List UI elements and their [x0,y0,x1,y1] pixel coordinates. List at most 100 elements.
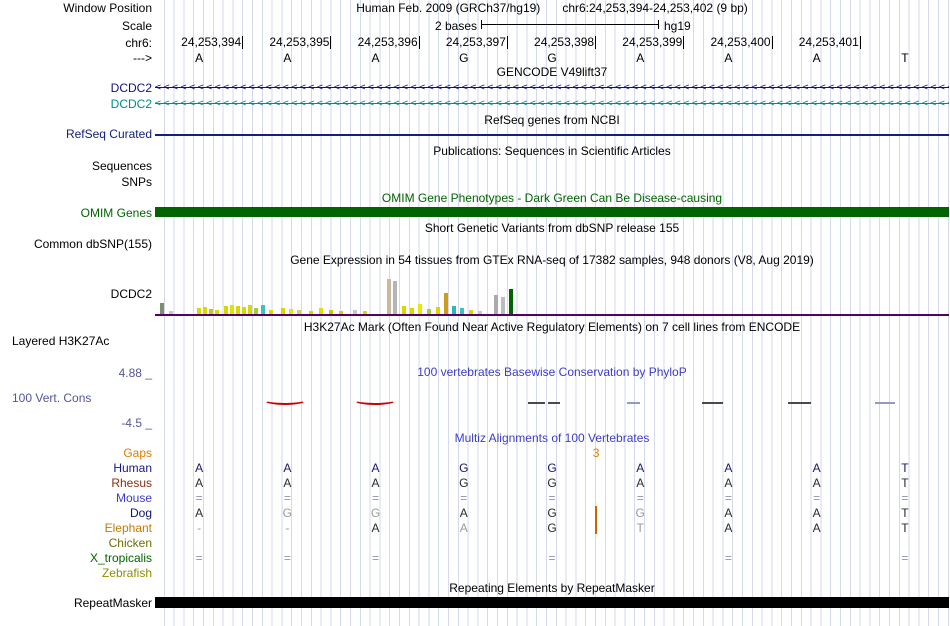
sequences-label[interactable]: Sequences [92,159,152,173]
conservation-dash-mark [548,402,560,404]
gtex-expression-bar[interactable] [242,307,246,314]
repeatmasker-title[interactable]: Repeating Elements by RepeatMasker [155,582,949,595]
reference-base: A [283,51,292,65]
snps-label[interactable]: SNPs [121,175,152,189]
species-label-dog[interactable]: Dog [130,506,152,520]
window-position-label: Window Position [63,1,152,15]
refseq-curated-line[interactable] [155,134,949,136]
repeatmasker-bar[interactable] [155,597,949,608]
strand-direction-label: ---> [133,51,152,65]
alignment-base-mouse: = [283,491,291,505]
gtex-expression-bar[interactable] [494,295,498,314]
alignment-base-human: G [459,461,469,475]
gtex-expression-bar[interactable] [501,297,505,314]
reference-base: G [459,51,469,65]
gtex-expression-bar[interactable] [509,289,513,314]
omim-genes-label[interactable]: OMIM Genes [81,206,152,220]
gtex-expression-bar[interactable] [393,281,397,314]
phylop-min-label: -4.5 _ [121,416,152,430]
gtex-expression-bar[interactable] [248,305,252,314]
conservation-title[interactable]: 100 vertebrates Basewise Conservation by… [155,366,949,379]
gtex-expression-bar[interactable] [236,306,240,314]
scale-genome: hg19 [664,19,691,33]
genome-browser-image: Human Feb. 2009 (GRCh37/hg19) chr6:24,25… [0,0,950,626]
gtex-bar-chart[interactable] [155,274,949,314]
alignment-base-human: T [901,461,909,475]
cons-track-label[interactable]: 100 Vert. Cons [12,391,91,405]
alignment-base-x-tropicalis: = [901,551,909,565]
alignment-base-mouse: = [813,491,821,505]
reference-base: A [812,51,821,65]
alignment-base-human: A [724,461,733,475]
conservation-dash-mark [875,402,895,404]
gtex-gene-label[interactable]: DCDC2 [111,287,152,301]
gtex-title[interactable]: Gene Expression in 54 tissues from GTEx … [155,254,949,267]
gtex-expression-bar[interactable] [224,306,228,314]
alignment-base-elephant: A [812,521,821,535]
refseq-curated-label[interactable]: RefSeq Curated [66,127,152,141]
alignment-base-x-tropicalis: = [195,551,203,565]
gencode-transcript-label-2[interactable]: DCDC2 [111,97,152,111]
gtex-expression-bar[interactable] [452,306,456,314]
species-label-chicken[interactable]: Chicken [109,536,152,550]
alignment-base-rhesus: A [371,476,380,490]
alignment-base-human: A [195,461,204,475]
common-dbsnp-label[interactable]: Common dbSNP(155) [34,237,152,251]
alignment-base-dog: A [724,506,733,520]
alignment-base-x-tropicalis: = [724,551,732,565]
omim-title[interactable]: OMIM Gene Phenotypes - Dark Green Can Be… [155,192,949,205]
species-label-mouse[interactable]: Mouse [116,491,152,505]
refseq-title[interactable]: RefSeq genes from NCBI [155,114,949,127]
alignment-base-dog: G [635,506,645,520]
gtex-expression-bar[interactable] [402,306,406,314]
gtex-expression-bar[interactable] [444,293,448,314]
gtex-expression-bar[interactable] [387,279,391,314]
coordinate-tick-label: 24,253,398 [509,36,597,49]
coordinate-tick-label: 24,253,400 [686,36,773,49]
publications-title[interactable]: Publications: Sequences in Scientific Ar… [155,145,949,158]
layered-h3k27ac-label[interactable]: Layered H3K27Ac [12,334,109,348]
alignment-base-elephant: A [459,521,468,535]
alignment-base-dog: A [195,506,204,520]
conservation-dip-mark [354,396,396,405]
alignment-base-dog: G [547,506,557,520]
gencode-transcript-label-1[interactable]: DCDC2 [111,81,152,95]
multiz-title[interactable]: Multiz Alignments of 100 Vertebrates [155,432,949,445]
alignment-base-rhesus: T [901,476,909,490]
alignment-base-mouse: = [901,491,909,505]
gencode-transcript[interactable]: <<<<<<<<<<<<<<<<<<<<<<<<<<<<<<<<<<<<<<<<… [155,98,949,109]
repeatmasker-label[interactable]: RepeatMasker [74,596,152,610]
gtex-expression-bar[interactable] [436,307,440,314]
gtex-expression-bar[interactable] [230,305,234,314]
alignment-base-human: A [283,461,292,475]
dbsnp-title[interactable]: Short Genetic Variants from dbSNP releas… [155,222,949,235]
alignment-base-dog: T [901,506,909,520]
species-label-rhesus[interactable]: Rhesus [111,476,152,490]
alignment-base-elephant: T [636,521,644,535]
alignment-base-rhesus: A [283,476,292,490]
omim-genes-bar[interactable] [155,207,949,217]
alignment-base-human: G [547,461,557,475]
species-label-human[interactable]: Human [113,461,152,475]
gtex-expression-bar[interactable] [261,305,265,314]
header-row: Human Feb. 2009 (GRCh37/hg19) chr6:24,25… [155,1,949,15]
coordinate-tick-label: 24,253,401 [774,36,861,49]
window-position-value: chr6:24,253,394-24,253,402 (9 bp) [562,1,748,15]
gtex-expression-bar[interactable] [203,307,207,314]
coordinate-tick-label: 24,253,396 [333,36,420,49]
alignment-base-x-tropicalis: = [372,551,380,565]
gtex-expression-bar[interactable] [418,304,422,314]
gencode-title[interactable]: GENCODE V49lift37 [155,66,949,79]
species-label-zebrafish[interactable]: Zebrafish [102,566,152,580]
gencode-transcript[interactable]: <<<<<<<<<<<<<<<<<<<<<<<<<<<<<<<<<<<<<<<<… [155,82,949,93]
conservation-dash-mark [627,402,640,404]
alignment-base-human: A [371,461,380,475]
species-label-elephant[interactable]: Elephant [105,521,152,535]
alignment-base-elephant: T [901,521,909,535]
species-label-x-tropicalis[interactable]: X_tropicalis [90,551,152,565]
gtex-expression-bar[interactable] [160,303,164,314]
conservation-dash-mark [702,402,723,404]
alignment-base-mouse: = [372,491,380,505]
reference-base: A [371,51,380,65]
h3k27ac-title[interactable]: H3K27Ac Mark (Often Found Near Active Re… [155,321,949,334]
